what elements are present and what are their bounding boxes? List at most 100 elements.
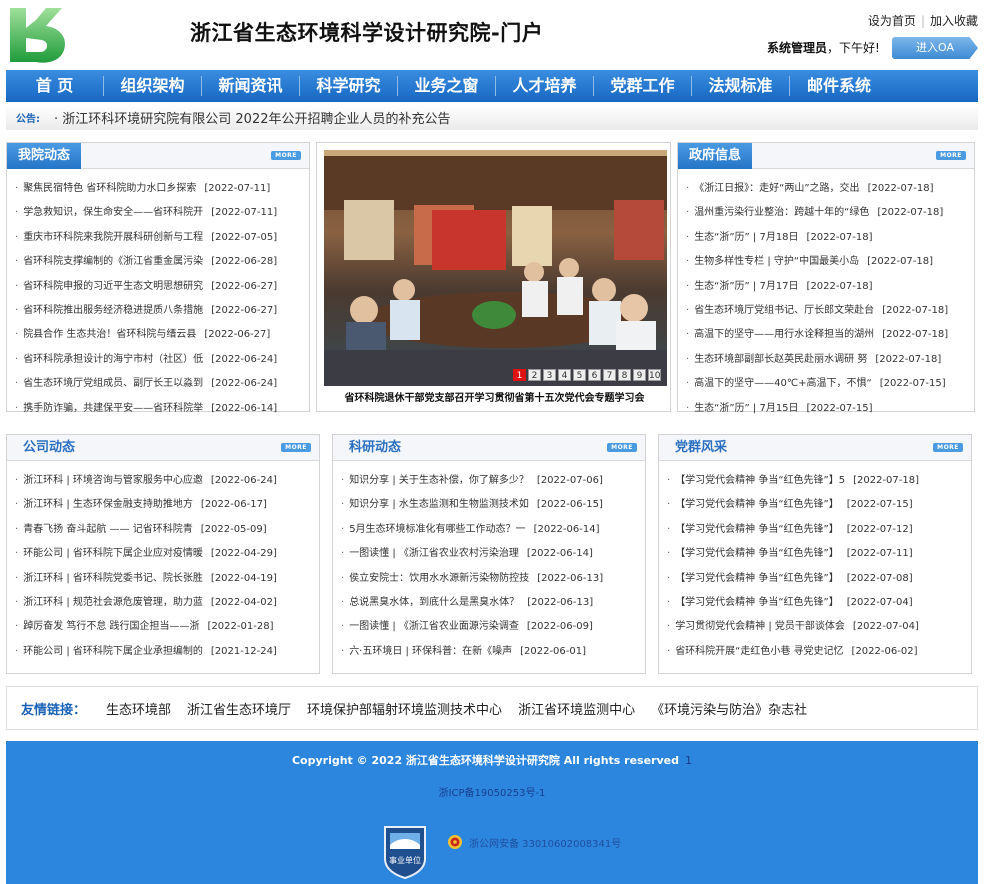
list-item[interactable]: · 青春飞扬 奋斗起航 —— 记省环科院青 [2022-05-09]	[15, 518, 311, 542]
list-item[interactable]: · 高温下的坚守——40℃+高温下，不惧“ [2022-07-15]	[686, 372, 966, 396]
item-title[interactable]: 重庆市环科院来我院开展科研创新与工程	[23, 226, 203, 250]
panel-title[interactable]: 科研动态	[349, 435, 401, 461]
list-item[interactable]: · 省环科院推出服务经济稳进提质八条措施 [2022-06-27]	[15, 299, 301, 323]
list-item[interactable]: · 【学习党代会精神 争当“红色先锋”】 [2022-07-11]	[667, 542, 963, 566]
icp-link[interactable]: 浙ICP备19050253号-1	[6, 784, 978, 799]
list-item[interactable]: · 知识分享 | 关于生态补偿，你了解多少？ [2022-07-06]	[341, 469, 637, 493]
item-title[interactable]: 浙江环科 | 生态环保金融支持助推地方	[23, 493, 193, 517]
friend-link[interactable]: 浙江省环境监测中心	[518, 699, 635, 718]
pager-item[interactable]: 1	[513, 369, 526, 381]
nav-research[interactable]: 科学研究	[300, 76, 398, 96]
pager-item[interactable]: 6	[588, 369, 601, 381]
friend-link[interactable]: 生态环境部	[106, 699, 171, 718]
list-item[interactable]: · 【学习党代会精神 争当“红色先锋”】5 [2022-07-18]	[667, 469, 963, 493]
item-title[interactable]: 省环科院申报的习近平生态文明思想研究	[23, 275, 203, 299]
list-item[interactable]: · 侯立安院士：饮用水水源新污染物防控技 [2022-06-13]	[341, 567, 637, 591]
friend-link[interactable]: 浙江省生态环境厅	[187, 699, 291, 718]
item-title[interactable]: 一图读懂 | 《浙江省农业农村污染治理	[349, 542, 519, 566]
list-item[interactable]: · 携手防诈骗，共建保平安——省环科院举 [2022-06-14]	[15, 397, 301, 421]
list-item[interactable]: · 省环科院申报的习近平生态文明思想研究 [2022-06-27]	[15, 275, 301, 299]
item-title[interactable]: 浙江环科 | 省环科院党委书记、院长张胜	[23, 567, 203, 591]
nav-party[interactable]: 党群工作	[594, 76, 692, 96]
more-button[interactable]: MORE	[933, 443, 963, 452]
more-button[interactable]: MORE	[936, 151, 966, 160]
slide-image[interactable]: 1 2 3 4 5 6 7 8 9 10	[324, 150, 667, 386]
list-item[interactable]: · 环能公司 | 省环科院下属企业承担编制的 [2021-12-24]	[15, 640, 311, 664]
notice-link[interactable]: · 浙江环科环境研究院有限公司 2022年公开招聘企业人员的补充公告	[54, 108, 450, 127]
item-title[interactable]: 生态环境部副部长赵英民赴丽水调研 努	[694, 348, 867, 372]
item-title[interactable]: 【学习党代会精神 争当“红色先锋”】	[675, 591, 839, 615]
list-item[interactable]: · 重庆市环科院来我院开展科研创新与工程 [2022-07-05]	[15, 226, 301, 250]
list-item[interactable]: · 省环科院支撑编制的《浙江省重金属污染 [2022-06-28]	[15, 250, 301, 274]
add-favorite-link[interactable]: 加入收藏	[930, 14, 978, 28]
item-title[interactable]: 聚焦民宿特色 省环科院助力水口乡探索	[23, 177, 196, 201]
item-title[interactable]: 六·五环境日 | 环保科普：在新《噪声	[349, 640, 512, 664]
item-title[interactable]: 学习贯彻党代会精神 | 党员干部谈体会	[675, 615, 845, 639]
item-title[interactable]: 环能公司 | 省环科院下属企业应对疫情暖	[23, 542, 203, 566]
nav-home[interactable]: 首 页	[6, 76, 104, 96]
list-item[interactable]: · 知识分享 | 水生态监测和生物监测技术如 [2022-06-15]	[341, 493, 637, 517]
pager-item[interactable]: 2	[528, 369, 541, 381]
more-button[interactable]: MORE	[271, 151, 301, 160]
list-item[interactable]: · 总说黑臭水体，到底什么是黑臭水体？ [2022-06-13]	[341, 591, 637, 615]
item-title[interactable]: 生物多样性专栏 | 守护“中国最美小岛	[694, 250, 859, 274]
item-title[interactable]: 【学习党代会精神 争当“红色先锋”】5	[675, 469, 845, 493]
item-title[interactable]: 温州重污染行业整治：跨越十年的“绿色	[694, 201, 869, 225]
item-title[interactable]: 省环科院推出服务经济稳进提质八条措施	[23, 299, 203, 323]
list-item[interactable]: · 踔厉奋发 笃行不怠 践行国企担当——浙 [2022-01-28]	[15, 615, 311, 639]
nav-organization[interactable]: 组织架构	[104, 76, 202, 96]
institution-badge-icon[interactable]: 事业单位	[382, 823, 428, 880]
item-title[interactable]: 侯立安院士：饮用水水源新污染物防控技	[349, 567, 529, 591]
list-item[interactable]: · 【学习党代会精神 争当“红色先锋”】 [2022-07-15]	[667, 493, 963, 517]
item-title[interactable]: 知识分享 | 关于生态补偿，你了解多少？	[349, 469, 529, 493]
item-title[interactable]: 高温下的坚守——40℃+高温下，不惧“	[694, 372, 872, 396]
friend-link[interactable]: 环境保护部辐射环境监测技术中心	[307, 699, 502, 718]
list-item[interactable]: · 温州重污染行业整治：跨越十年的“绿色 [2022-07-18]	[686, 201, 966, 225]
list-item[interactable]: · 学急救知识，保生命安全——省环科院开 [2022-07-11]	[15, 201, 301, 225]
item-title[interactable]: 省生态环境厅党组书记、厅长郎文荣赴台	[694, 299, 874, 323]
list-item[interactable]: · 《浙江日报》：走好“两山”之路，交出 [2022-07-18]	[686, 177, 966, 201]
item-title[interactable]: 青春飞扬 奋斗起航 —— 记省环科院青	[23, 518, 193, 542]
item-title[interactable]: 5月生态环境标准化有哪些工作动态？一	[349, 518, 525, 542]
list-item[interactable]: · 【学习党代会精神 争当“红色先锋”】 [2022-07-04]	[667, 591, 963, 615]
item-title[interactable]: 省生态环境厅党组成员、副厅长王以淼到	[23, 372, 203, 396]
list-item[interactable]: · 生物多样性专栏 | 守护“中国最美小岛 [2022-07-18]	[686, 250, 966, 274]
item-title[interactable]: 省环科院支撑编制的《浙江省重金属污染	[23, 250, 203, 274]
police-record-text[interactable]: 浙公网安备 33010602008341号	[469, 835, 621, 850]
list-item[interactable]: · 【学习党代会精神 争当“红色先锋”】 [2022-07-12]	[667, 518, 963, 542]
item-title[interactable]: 环能公司 | 省环科院下属企业承担编制的	[23, 640, 203, 664]
item-title[interactable]: 一图读懂 | 《浙江省农业面源污染调查	[349, 615, 519, 639]
list-item[interactable]: · 生态环境部副部长赵英民赴丽水调研 努 [2022-07-18]	[686, 348, 966, 372]
item-title[interactable]: 携手防诈骗，共建保平安——省环科院举	[23, 397, 203, 421]
item-title[interactable]: 【学习党代会精神 争当“红色先锋”】	[675, 567, 839, 591]
item-title[interactable]: 学急救知识，保生命安全——省环科院开	[23, 201, 203, 225]
list-item[interactable]: · 5月生态环境标准化有哪些工作动态？一 [2022-06-14]	[341, 518, 637, 542]
item-title[interactable]: 生态“浙”历” | 7月15日	[694, 397, 798, 421]
friend-link[interactable]: 《环境污染与防治》杂志社	[651, 699, 807, 718]
pager-item[interactable]: 3	[543, 369, 556, 381]
item-title[interactable]: 高温下的坚守——用行水诠释担当的湖州	[694, 323, 874, 347]
police-record[interactable]: 浙公网安备 33010602008341号	[447, 834, 621, 850]
item-title[interactable]: 浙江环科 | 规范社会源危废管理，助力蓝	[23, 591, 203, 615]
list-item[interactable]: · 院县合作 生态共治！省环科院与缙云县 [2022-06-27]	[15, 323, 301, 347]
slide-caption[interactable]: 省环科院退休干部党支部召开学习贯彻省第十五次党代会专题学习会	[317, 389, 672, 404]
list-item[interactable]: · 省环科院承担设计的海宁市村（社区）低 [2022-06-24]	[15, 348, 301, 372]
list-item[interactable]: · 环能公司 | 省环科院下属企业应对疫情暖 [2022-04-29]	[15, 542, 311, 566]
panel-title[interactable]: 我院动态	[7, 143, 82, 169]
list-item[interactable]: · 生态“浙”历” | 7月17日 [2022-07-18]	[686, 275, 966, 299]
list-item[interactable]: · 省生态环境厅党组成员、副厅长王以淼到 [2022-06-24]	[15, 372, 301, 396]
list-item[interactable]: · 六·五环境日 | 环保科普：在新《噪声 [2022-06-01]	[341, 640, 637, 664]
item-title[interactable]: 浙江环科 | 环境咨询与管家服务中心应邀	[23, 469, 203, 493]
pager-item[interactable]: 10	[648, 369, 661, 381]
enter-oa-button[interactable]: 进入OA	[892, 37, 978, 59]
list-item[interactable]: · 生态“浙”历” | 7月18日 [2022-07-18]	[686, 226, 966, 250]
list-item[interactable]: · 生态“浙”历” | 7月15日 [2022-07-15]	[686, 397, 966, 421]
nav-mail[interactable]: 邮件系统	[790, 76, 888, 96]
list-item[interactable]: · 学习贯彻党代会精神 | 党员干部谈体会 [2022-07-04]	[667, 615, 963, 639]
nav-talent[interactable]: 人才培养	[496, 76, 594, 96]
more-button[interactable]: MORE	[281, 443, 311, 452]
nav-regulations[interactable]: 法规标准	[692, 76, 790, 96]
pager-item[interactable]: 4	[558, 369, 571, 381]
list-item[interactable]: · 浙江环科 | 环境咨询与管家服务中心应邀 [2022-06-24]	[15, 469, 311, 493]
list-item[interactable]: · 一图读懂 | 《浙江省农业农村污染治理 [2022-06-14]	[341, 542, 637, 566]
